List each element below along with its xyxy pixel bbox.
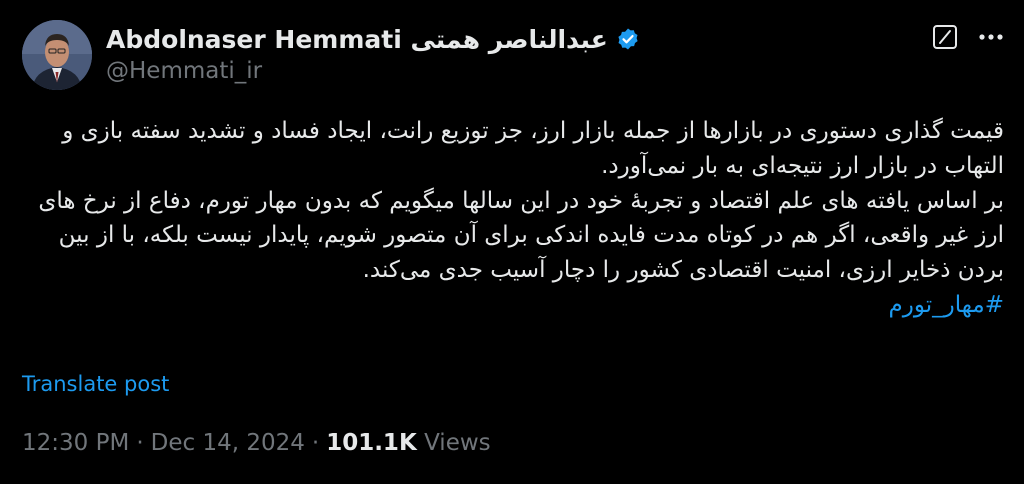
tweet-line: بر اساس یافته های علم اقتصاد و تجربهٔ خو… [38, 187, 1004, 214]
translate-post-link[interactable]: Translate post [22, 372, 169, 396]
author-handle[interactable]: @Hemmati_ir [106, 58, 262, 84]
author-display-name[interactable]: Abdolnaser Hemmati عبدالناصر همتی [106, 25, 608, 54]
tweet-meta: 12:30 PM · Dec 14, 2024 · 101.1K Views [22, 430, 491, 456]
avatar-image [22, 20, 92, 90]
verified-badge-icon [618, 28, 638, 50]
more-options-button[interactable] [976, 26, 1006, 48]
tweet-line: قیمت گذاری دستوری در بازارها از جمله باز… [62, 118, 1004, 144]
author-name-row[interactable]: Abdolnaser Hemmati عبدالناصر همتی [106, 22, 640, 56]
meta-separator: · [311, 430, 320, 456]
tweet-date[interactable]: Dec 14, 2024 [151, 430, 305, 456]
grok-button[interactable] [932, 24, 958, 50]
more-icon [979, 34, 1003, 40]
tweet-time[interactable]: 12:30 PM [22, 430, 129, 456]
hashtag-link[interactable]: #مهار_تورم [889, 292, 1004, 318]
views-count: 101.1K [326, 430, 417, 456]
tweet-line: بردن ذخایر ارزی، امنیت اقتصادی کشور را د… [362, 257, 1004, 284]
avatar[interactable] [22, 20, 92, 90]
tweet-line: التهاب در بازار ارز نتیجه‌ای به بار نمی‌… [601, 152, 1004, 179]
tweet-text: قیمت گذاری دستوری در بازارها از جمله باز… [22, 114, 1004, 323]
tweet-line: ارز غیر واقعی، اگر هم در کوتاه مدت فایده… [58, 222, 1004, 249]
grok-icon [933, 25, 957, 49]
meta-separator: · [136, 430, 144, 456]
views-label: Views [424, 430, 491, 456]
